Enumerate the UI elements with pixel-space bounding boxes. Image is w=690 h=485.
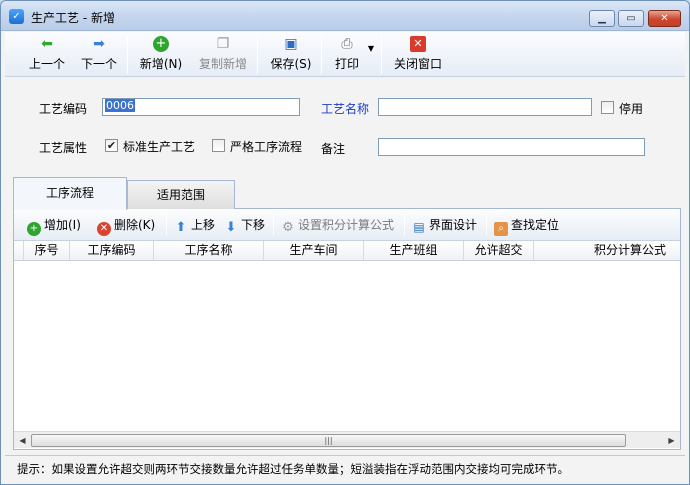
disabled-label: 停用 — [619, 102, 644, 116]
row-indicator-header — [14, 241, 24, 261]
toolbar-divider — [381, 36, 382, 74]
new-button[interactable]: + 新增(N) — [136, 36, 186, 74]
next-label: 下一个 — [80, 57, 117, 71]
grid-toolbar: + 增加(I) ✕ 删除(K) ⬆ 上移 ⬇ 下移 ⚙ 设置积分计算公式 ▤ 界面设计 ⌕ 查 — [14, 209, 680, 241]
new-label: 新增(N) — [139, 57, 183, 71]
printer-icon: ⎙ — [341, 36, 353, 52]
print-button[interactable]: ⎙ 打印 — [330, 36, 364, 74]
copy-new-label: 复制新增 — [198, 57, 247, 71]
close-icon: ✕ — [410, 36, 426, 52]
grid-header: 序号 工序编码 工序名称 生产车间 生产班组 允许超交 积分计算公式 — [14, 241, 680, 261]
remark-label: 备注 — [321, 142, 346, 156]
toolbar-divider — [257, 36, 258, 74]
column-header[interactable]: 积分计算公式 — [534, 241, 680, 261]
name-label: 工艺名称 — [321, 102, 370, 116]
ui-design-button[interactable]: ▤ 界面设计 — [412, 216, 477, 234]
disabled-checkbox[interactable] — [601, 101, 614, 114]
save-label: 保存(S) — [270, 57, 312, 71]
ui-design-label: 界面设计 — [429, 218, 478, 232]
add-row-button[interactable]: + 增加(I) — [27, 216, 81, 236]
remark-input[interactable] — [378, 138, 645, 156]
chevron-down-icon: ▼ — [367, 44, 375, 53]
app-icon: ✓ — [9, 9, 24, 24]
arrow-left-icon: ⬅ — [41, 36, 53, 52]
gear-icon: ⚙ — [282, 220, 294, 235]
status-text: 提示：如果设置允许超交则两环节交接数量允许超过任务单数量；短溢装指在浮动范围内交… — [17, 462, 569, 476]
add-icon: + — [153, 36, 169, 52]
column-header[interactable]: 允许超交 — [464, 241, 534, 261]
copy-new-button[interactable]: ❐ 复制新增 — [195, 36, 251, 74]
save-button[interactable]: ▣ 保存(S) — [266, 36, 316, 74]
scrollbar-thumb[interactable]: ||| — [31, 434, 626, 447]
code-label: 工艺编码 — [39, 102, 88, 116]
arrow-right-icon: ➡ — [93, 36, 105, 52]
move-up-label: 上移 — [191, 218, 216, 232]
grid-toolbar-divider — [273, 215, 274, 235]
delete-row-button[interactable]: ✕ 删除(K) — [97, 216, 156, 236]
next-button[interactable]: ➡ 下一个 — [77, 36, 121, 74]
print-dropdown-button[interactable]: ▼ — [366, 44, 376, 54]
move-down-label: 下移 — [241, 218, 266, 232]
window-title: 生产工艺 - 新增 — [31, 11, 115, 25]
window: ✓ 生产工艺 - 新增 ▁ ▭ ✕ ⬅ 上一个 ➡ 下一个 + 新增(N) ❐ … — [0, 0, 690, 485]
column-header[interactable]: 序号 — [24, 241, 70, 261]
strict-checkbox[interactable] — [212, 139, 225, 152]
horizontal-scrollbar[interactable]: ◀ ||| ▶ — [14, 431, 680, 448]
print-label: 打印 — [334, 57, 359, 71]
main-toolbar: ⬅ 上一个 ➡ 下一个 + 新增(N) ❐ 复制新增 ▣ 保存(S) ⎙ 打印 … — [5, 32, 685, 77]
code-value: 0006 — [105, 99, 135, 112]
find-label: 查找定位 — [511, 218, 560, 232]
close-window-toolbar-button[interactable]: ✕ 关闭窗口 — [390, 36, 446, 74]
tab-scope[interactable]: 适用范围 — [127, 180, 235, 209]
delete-icon: ✕ — [97, 222, 111, 236]
magnifier-icon: ⌕ — [494, 222, 508, 236]
grid-toolbar-divider — [404, 215, 405, 235]
grid-panel: + 增加(I) ✕ 删除(K) ⬆ 上移 ⬇ 下移 ⚙ 设置积分计算公式 ▤ 界面设计 ⌕ 查 — [13, 209, 681, 450]
toolbar-divider — [321, 36, 322, 74]
code-input[interactable]: 0006 — [102, 98, 300, 116]
find-button[interactable]: ⌕ 查找定位 — [494, 216, 560, 236]
grid-toolbar-divider — [486, 215, 487, 235]
add-row-label: 增加(I) — [44, 218, 81, 232]
set-formula-label: 设置积分计算公式 — [298, 218, 395, 232]
set-formula-button[interactable]: ⚙ 设置积分计算公式 — [281, 216, 395, 235]
scroll-right-icon[interactable]: ▶ — [664, 433, 679, 448]
close-window-label: 关闭窗口 — [393, 57, 442, 71]
add-icon: + — [27, 222, 41, 236]
tab-process-flow[interactable]: 工序流程 — [13, 177, 127, 210]
name-input[interactable] — [378, 98, 592, 116]
status-bar: 提示：如果设置允许超交则两环节交接数量允许超过任务单数量；短溢装指在浮动范围内交… — [5, 455, 685, 479]
minimize-button[interactable]: ▁ — [589, 10, 615, 27]
scroll-left-icon[interactable]: ◀ — [15, 433, 30, 448]
column-header[interactable]: 生产车间 — [264, 241, 364, 261]
standard-checkbox[interactable]: ✔ — [105, 139, 118, 152]
prev-label: 上一个 — [28, 57, 65, 71]
layout-icon: ▤ — [413, 220, 425, 234]
delete-row-label: 删除(K) — [114, 218, 156, 232]
arrow-up-icon: ⬆ — [175, 220, 187, 235]
prev-button[interactable]: ⬅ 上一个 — [25, 36, 69, 74]
move-up-button[interactable]: ⬆ 上移 — [174, 216, 216, 235]
copy-icon: ❐ — [216, 36, 230, 52]
close-window-button[interactable]: ✕ — [648, 10, 681, 27]
move-down-button[interactable]: ⬇ 下移 — [224, 216, 266, 235]
maximize-button[interactable]: ▭ — [618, 10, 644, 27]
standard-label: 标准生产工艺 — [123, 140, 196, 154]
strict-label: 严格工序流程 — [230, 140, 303, 154]
attr-label: 工艺属性 — [39, 141, 88, 155]
column-header[interactable]: 生产班组 — [364, 241, 464, 261]
toolbar-divider — [127, 36, 128, 74]
title-bar[interactable]: ✓ 生产工艺 - 新增 ▁ ▭ ✕ — [1, 1, 689, 31]
column-header[interactable]: 工序名称 — [154, 241, 264, 261]
floppy-disk-icon: ▣ — [284, 36, 298, 52]
arrow-down-icon: ⬇ — [225, 220, 237, 235]
grid-toolbar-divider — [166, 215, 167, 235]
column-header[interactable]: 工序编码 — [70, 241, 154, 261]
